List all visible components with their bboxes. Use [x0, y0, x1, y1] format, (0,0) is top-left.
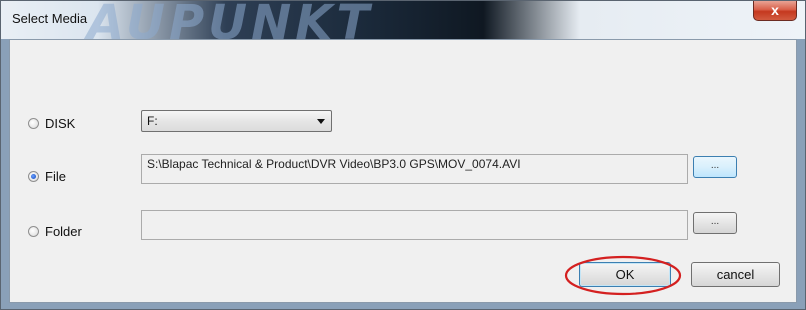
file-browse-label: ...: [710, 160, 720, 171]
file-browse-button[interactable]: ...: [693, 156, 737, 178]
folder-browse-label: ...: [710, 216, 720, 227]
disk-radio-label: DISK: [45, 116, 76, 131]
disk-radio-option[interactable]: DISK: [28, 116, 75, 131]
folder-radio-label: Folder: [45, 224, 82, 239]
file-path-value: S:\Blapac Technical & Product\DVR Video\…: [147, 157, 521, 171]
folder-path-field[interactable]: [141, 210, 688, 240]
close-icon: x: [771, 2, 779, 18]
ok-button-label: OK: [615, 267, 635, 282]
ok-button[interactable]: OK: [579, 262, 671, 287]
file-path-field[interactable]: S:\Blapac Technical & Product\DVR Video\…: [141, 154, 688, 184]
title-watermark-logo: AUPUNKT: [87, 1, 374, 39]
disk-radio-icon[interactable]: [28, 118, 39, 129]
folder-radio-icon[interactable]: [28, 226, 39, 237]
cancel-button[interactable]: cancel: [691, 262, 780, 287]
window-title: Select Media: [12, 11, 88, 26]
select-media-dialog: AUPUNKT Select Media x DISK F: File S:\B…: [0, 0, 806, 310]
drive-select-value: F:: [147, 114, 158, 128]
close-button[interactable]: x: [753, 1, 797, 21]
drive-select[interactable]: F:: [141, 110, 332, 132]
cancel-button-label: cancel: [716, 267, 755, 282]
file-radio-icon[interactable]: [28, 171, 39, 182]
title-bar[interactable]: AUPUNKT Select Media x: [1, 1, 805, 39]
folder-browse-button[interactable]: ...: [693, 212, 737, 234]
dialog-client-area: DISK F: File S:\Blapac Technical & Produ…: [9, 39, 797, 303]
file-radio-label: File: [45, 169, 66, 184]
chevron-down-icon: [317, 119, 325, 124]
file-radio-option[interactable]: File: [28, 169, 66, 184]
folder-radio-option[interactable]: Folder: [28, 224, 82, 239]
